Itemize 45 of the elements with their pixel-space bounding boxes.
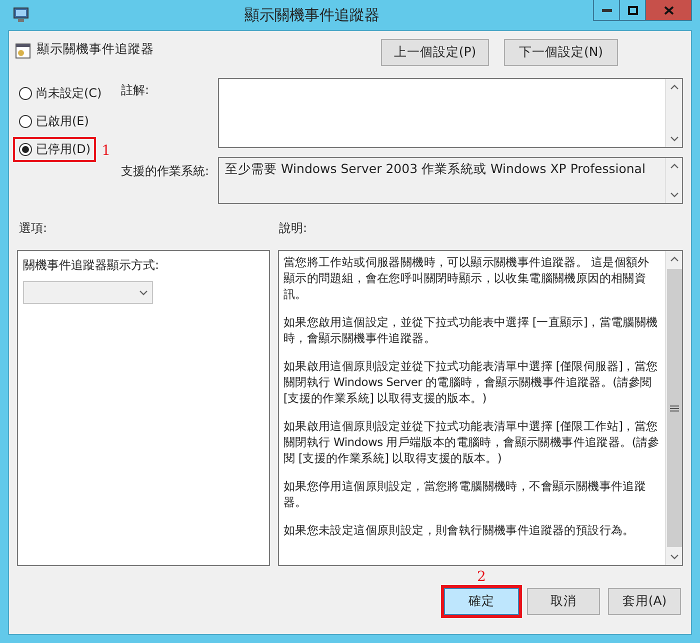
help-paragraph: 如果啟用這個原則設定並從下拉式功能表清單中選擇 [僅限伺服器]，當您關閉執行 Windows Server 的電腦時，會顯示關機事件追蹤器。(請參閱 [支援的作業系統] 以取得支援的版本。)	[283, 358, 659, 406]
radio-option[interactable]: 已停用(D)	[13, 137, 96, 162]
callout-number: 2	[477, 570, 486, 584]
scrollbar[interactable]	[665, 251, 682, 565]
help-paragraph: 如果您啟用這個設定，並從下拉式功能表中選擇 [一直顯示]，當電腦關機時，會顯示關機事件追蹤器。	[283, 314, 659, 346]
close-button[interactable]	[645, 0, 692, 21]
scroll-up-icon[interactable]	[670, 163, 678, 169]
scroll-down-icon[interactable]	[670, 554, 678, 560]
maximize-icon	[628, 6, 638, 14]
scroll-up-icon[interactable]	[670, 84, 678, 90]
supported-text: 至少需要 Windows Server 2003 作業系統或 Windows XP Professional	[225, 161, 646, 176]
help-paragraph: 如果您停用這個原則設定，當您將電腦關機時，不會顯示關機事件追蹤器。	[283, 478, 648, 510]
window-title: 顯示關機事件追蹤器	[244, 6, 380, 24]
callout-number: 1	[102, 143, 111, 159]
radio-option[interactable]: 尚未設定(C)	[13, 81, 107, 106]
next-setting-button[interactable]: 下一個設定(N)	[504, 39, 618, 66]
grip-icon	[670, 404, 678, 412]
ok-button[interactable]: 確定	[444, 588, 519, 615]
radio-icon	[19, 143, 32, 156]
computer-icon	[12, 7, 30, 23]
policy-title: 顯示關機事件追蹤器	[37, 41, 154, 58]
close-icon	[664, 6, 674, 14]
policy-icon	[15, 43, 31, 59]
radio-icon	[19, 115, 32, 128]
comment-field[interactable]	[218, 78, 683, 148]
help-label: 說明:	[279, 220, 308, 237]
help-paragraph: 當您將工作站或伺服器關機時，可以顯示關機事件追蹤器。 這是個額外顯示的問題組，會在您呼叫關閉時顯示，以收集電腦關機原因的相關資訊。	[283, 254, 650, 302]
help-paragraph: 如果啟用這個原則設定並從下拉式功能表清單中選擇 [僅限工作站]，當您關閉執行 Windows 用戶端版本的電腦時，會顯示關機事件追蹤器。(請參閱 [支援的作業系統] 以取得支援的版本。)	[283, 418, 660, 466]
options-label: 選項:	[18, 220, 48, 237]
dropdown-label: 關機事件追蹤器顯示方式:	[23, 257, 160, 274]
previous-setting-button[interactable]: 上一個設定(P)	[381, 39, 489, 66]
scroll-down-icon[interactable]	[670, 136, 678, 142]
cancel-button[interactable]: 取消	[527, 588, 600, 615]
supported-label: 支援的作業系統:	[121, 163, 210, 180]
scroll-up-icon[interactable]	[670, 256, 678, 262]
radio-option[interactable]: 已啟用(E)	[13, 109, 94, 134]
help-paragraph: 如果您未設定這個原則設定，則會執行關機事件追蹤器的預設行為。	[283, 522, 636, 538]
minimize-button[interactable]	[593, 0, 620, 21]
comment-label: 註解:	[121, 82, 150, 99]
scroll-down-icon[interactable]	[670, 192, 678, 198]
scroll-thumb[interactable]	[666, 269, 682, 547]
apply-button[interactable]: 套用(A)	[608, 588, 681, 615]
scrollbar[interactable]	[665, 79, 682, 147]
radio-icon	[19, 87, 32, 100]
minimize-icon	[602, 8, 612, 12]
